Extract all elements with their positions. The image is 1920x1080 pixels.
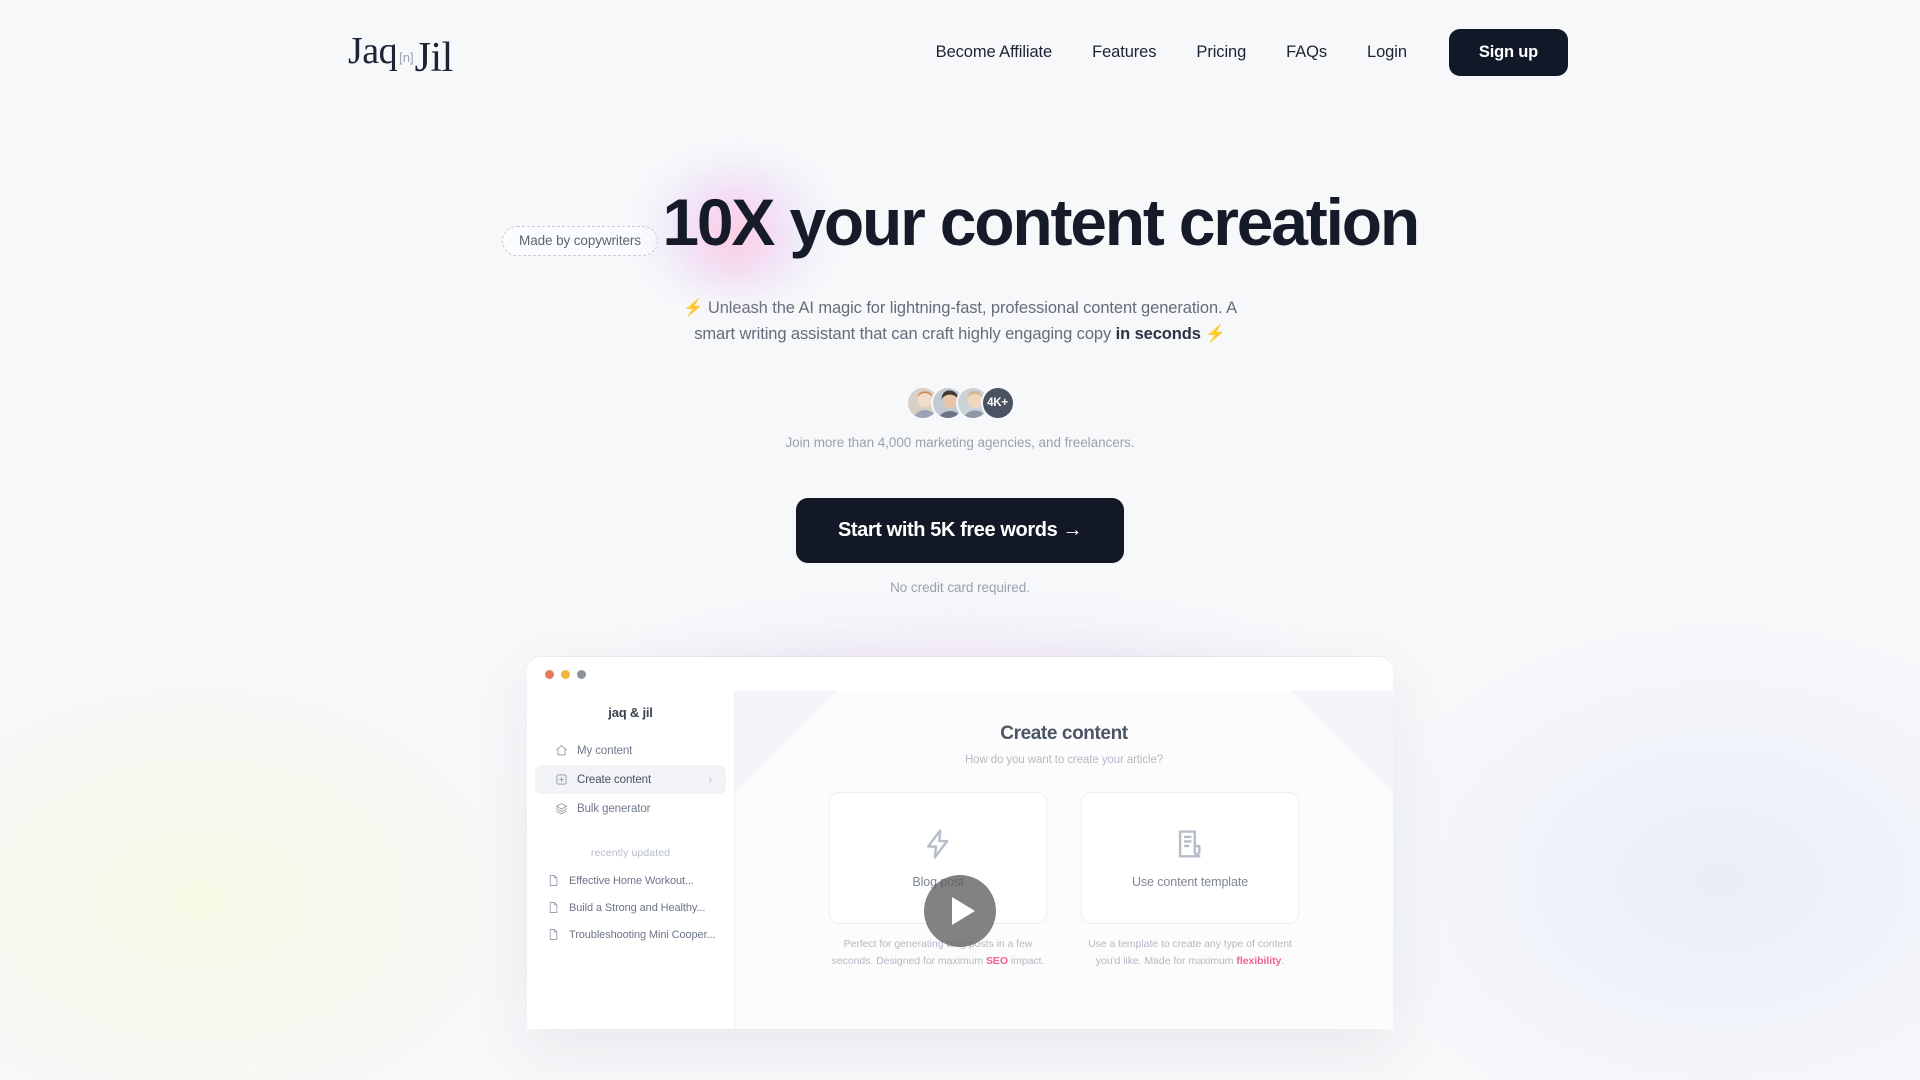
made-by-copywriters-badge: Made by copywriters bbox=[502, 226, 658, 256]
sidebar-item-bulk-generator[interactable]: Bulk generator bbox=[535, 794, 726, 823]
sidebar-item-label: Create content bbox=[577, 773, 652, 786]
brand-part-n: [n] bbox=[399, 50, 414, 65]
play-icon bbox=[951, 897, 975, 926]
nav-item-pricing[interactable]: Pricing bbox=[1176, 33, 1266, 72]
sidebar-item-create-content[interactable]: Create content › bbox=[535, 765, 726, 795]
card-template-description: Use a template to create any type of con… bbox=[1081, 936, 1299, 970]
main-navigation: Become Affiliate Features Pricing FAQs L… bbox=[916, 28, 1568, 76]
brand-logo[interactable]: Jaq [n] Jil bbox=[348, 29, 453, 79]
avatar-group: 4K+ bbox=[0, 386, 1920, 421]
home-icon bbox=[555, 744, 568, 757]
list-item-label: Effective Home Workout... bbox=[569, 874, 694, 887]
nav-item-login[interactable]: Login bbox=[1347, 33, 1427, 72]
document-icon bbox=[547, 874, 560, 887]
hero-subtext-tail: ⚡ bbox=[1200, 325, 1226, 344]
app-mockup-section: jaq & jil My content Create content › Bu… bbox=[0, 619, 1920, 1030]
card-use-content-template[interactable]: Use content template bbox=[1081, 792, 1299, 925]
card-template-column: Use content template Use a template to c… bbox=[1081, 792, 1299, 970]
lightning-icon bbox=[921, 827, 955, 861]
recently-updated-label: recently updated bbox=[590, 847, 671, 860]
sidebar-item-label: Bulk generator bbox=[577, 802, 651, 815]
list-item-label: Troubleshooting Mini Cooper... bbox=[569, 928, 716, 941]
document-icon bbox=[547, 928, 560, 941]
headline-wrapper: 10X your content creation bbox=[648, 164, 1420, 296]
mockup-body: jaq & jil My content Create content › Bu… bbox=[527, 691, 1393, 1030]
mockup-panel-subtitle: How do you want to create your article? bbox=[964, 754, 1164, 767]
nav-item-faqs[interactable]: FAQs bbox=[1266, 33, 1347, 72]
sidebar-item-label: My content bbox=[577, 744, 633, 757]
list-item[interactable]: Build a Strong and Healthy... bbox=[527, 894, 734, 921]
mockup-sidebar: jaq & jil My content Create content › Bu… bbox=[527, 691, 735, 1030]
sidebar-item-my-content[interactable]: My content bbox=[535, 736, 726, 765]
avatar-count-badge: 4K+ bbox=[980, 386, 1015, 421]
brand-part-jil: Jil bbox=[414, 35, 454, 81]
create-icon bbox=[555, 773, 568, 786]
document-icon bbox=[547, 901, 560, 914]
card-template-label: Use content template bbox=[1131, 875, 1249, 890]
card-desc-post: impact. bbox=[1007, 954, 1045, 967]
layers-icon bbox=[555, 802, 568, 815]
social-proof-text: Join more than 4,000 marketing agencies,… bbox=[785, 435, 1135, 451]
window-minimize-dot[interactable] bbox=[561, 669, 570, 679]
mockup-panel-title: Create content bbox=[1000, 723, 1128, 745]
play-video-button[interactable] bbox=[924, 875, 996, 948]
app-mockup-window: jaq & jil My content Create content › Bu… bbox=[527, 657, 1393, 1030]
list-item[interactable]: Troubleshooting Mini Cooper... bbox=[527, 921, 734, 948]
list-item[interactable]: Effective Home Workout... bbox=[527, 867, 734, 894]
card-blog-post-description: Perfect for generating blog posts in a f… bbox=[829, 936, 1047, 970]
mockup-titlebar bbox=[527, 657, 1393, 692]
signup-button[interactable]: Sign up bbox=[1448, 28, 1568, 76]
nav-item-features[interactable]: Features bbox=[1072, 33, 1176, 72]
list-item-label: Build a Strong and Healthy... bbox=[569, 901, 706, 914]
site-header: Jaq [n] Jil Become Affiliate Features Pr… bbox=[0, 0, 1920, 104]
card-desc-highlight: SEO bbox=[985, 954, 1008, 967]
page-title: 10X your content creation bbox=[662, 185, 1420, 259]
card-desc-highlight: flexibility bbox=[1236, 954, 1282, 967]
primary-cta-button[interactable]: Start with 5K free words → bbox=[795, 498, 1125, 564]
card-desc-post: . bbox=[1281, 954, 1285, 967]
hero-subtext-emphasis: in seconds bbox=[1115, 325, 1201, 344]
chevron-right-icon: › bbox=[708, 773, 712, 786]
hero-subtext: ⚡ Unleash the AI magic for lightning-fas… bbox=[680, 295, 1240, 348]
brand-part-jaq: Jaq bbox=[348, 30, 398, 72]
mockup-main-panel: Create content How do you want to create… bbox=[735, 691, 1393, 1030]
headline-rest: your content creation bbox=[773, 185, 1420, 259]
hero-section: Made by copywriters 10X your content cre… bbox=[0, 104, 1920, 1030]
nav-item-become-affiliate[interactable]: Become Affiliate bbox=[916, 33, 1072, 72]
window-maximize-dot[interactable] bbox=[577, 669, 586, 679]
no-credit-card-note: No credit card required. bbox=[890, 580, 1030, 596]
mockup-app-name: jaq & jil bbox=[608, 705, 653, 721]
content-type-cards: Blog post Perfect for generating blog po… bbox=[735, 792, 1393, 970]
window-close-dot[interactable] bbox=[545, 669, 554, 679]
headline-accent: 10X bbox=[662, 185, 775, 259]
template-icon bbox=[1173, 827, 1207, 861]
